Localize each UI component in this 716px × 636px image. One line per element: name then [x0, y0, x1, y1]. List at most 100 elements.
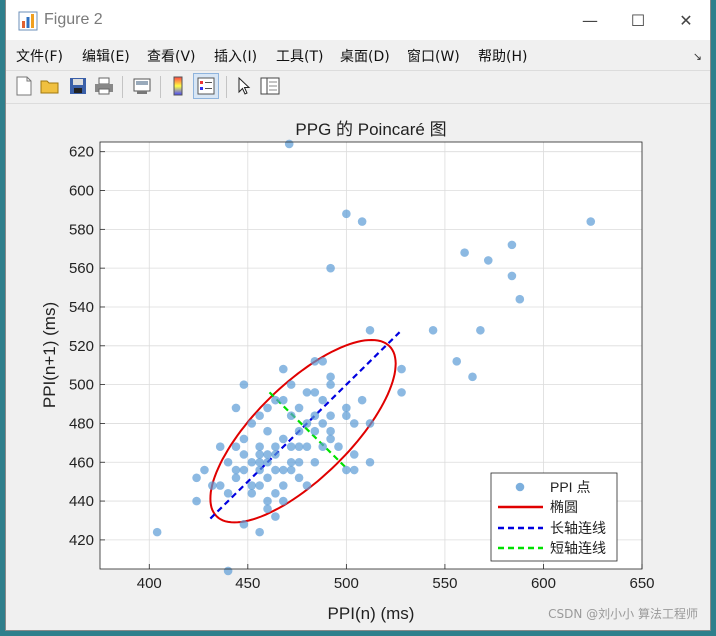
data-point [302, 481, 312, 490]
data-point [263, 473, 272, 483]
data-point [255, 527, 264, 537]
data-point [231, 465, 241, 475]
link-plot-button[interactable] [130, 74, 154, 98]
data-point [286, 380, 296, 389]
legend-label-minor: 短轴连线 [550, 540, 606, 556]
data-point [310, 426, 320, 436]
data-point [342, 403, 351, 413]
data-point [342, 465, 351, 475]
data-point [294, 426, 304, 436]
maximize-button[interactable]: ☐ [614, 0, 662, 40]
data-point [302, 419, 312, 428]
window-title: Figure 2 [44, 11, 103, 28]
y-tick-label: 460 [69, 454, 94, 471]
legend-button[interactable] [193, 73, 219, 99]
data-point [255, 481, 264, 490]
print-button[interactable] [92, 74, 116, 98]
data-point [357, 395, 367, 405]
figure-area: 400 450 500 550 600 650 420 440 460 480 500 520 540 5… [6, 104, 710, 630]
data-point [152, 527, 162, 537]
data-point [310, 357, 320, 366]
data-point [200, 465, 209, 475]
data-point [231, 473, 241, 483]
open-folder-button[interactable] [38, 74, 62, 98]
menu-tools[interactable]: 工具(T) [276, 46, 323, 66]
legend-label-major: 长轴连线 [550, 520, 606, 536]
pointer-button[interactable] [232, 74, 256, 98]
x-tick-label: 500 [334, 575, 359, 592]
close-icon: ✕ [679, 10, 693, 30]
y-tick-label: 480 [69, 415, 94, 432]
pointer-icon [238, 77, 251, 95]
data-point [271, 442, 280, 452]
minimize-icon: — [582, 10, 598, 30]
menu-edit[interactable]: 编辑(E) [82, 46, 130, 66]
maximize-icon: ☐ [630, 10, 646, 30]
chart-title: PPG 的 Poincaré 图 [295, 120, 446, 139]
data-point [223, 566, 233, 576]
x-tick-label: 600 [531, 575, 556, 592]
menu-window[interactable]: 窗口(W) [407, 46, 460, 66]
menu-view[interactable]: 查看(V) [147, 46, 196, 66]
data-point [239, 380, 249, 389]
data-point [302, 442, 312, 452]
y-tick-label: 420 [69, 532, 94, 549]
y-tick-label: 500 [69, 377, 94, 394]
data-point [326, 380, 335, 389]
menu-insert[interactable]: 插入(I) [214, 46, 257, 66]
data-point [515, 294, 525, 304]
close-button[interactable]: ✕ [662, 0, 710, 40]
data-point [460, 248, 469, 257]
new-file-icon [16, 76, 32, 96]
data-point [263, 457, 272, 467]
data-point [476, 325, 485, 335]
legend-label-points: PPI 点 [550, 479, 590, 495]
y-tick-label: 560 [69, 260, 94, 277]
menu-desktop[interactable]: 桌面(D) [340, 46, 390, 66]
menu-file[interactable]: 文件(F) [16, 46, 63, 66]
data-point [255, 411, 264, 420]
data-point [192, 496, 201, 506]
print-icon [95, 77, 113, 95]
minimize-button[interactable]: — [566, 0, 614, 40]
data-point [286, 457, 296, 467]
data-point [286, 465, 296, 475]
data-point [223, 489, 233, 498]
legend-icon [197, 77, 215, 95]
legend[interactable]: PPI 点 椭圆 长轴连线 短轴连线 [490, 472, 618, 562]
data-point [310, 457, 320, 467]
property-inspector-button[interactable] [258, 74, 282, 98]
data-point [255, 457, 264, 467]
data-point [278, 496, 288, 506]
new-file-button[interactable] [12, 74, 36, 98]
data-point [231, 403, 241, 413]
toolbar [6, 70, 710, 104]
y-tick-label: 440 [69, 493, 94, 510]
data-point [286, 411, 296, 420]
data-point [231, 442, 241, 452]
link-plot-icon [133, 78, 151, 94]
save-button[interactable] [66, 74, 90, 98]
data-point [263, 450, 272, 459]
data-point [263, 496, 272, 506]
data-point [278, 434, 288, 444]
data-point [284, 139, 294, 149]
data-point [271, 395, 280, 405]
data-point [310, 411, 320, 420]
dock-arrow-icon[interactable]: ↘ [693, 50, 702, 63]
data-point [468, 372, 477, 382]
data-point [397, 364, 406, 374]
data-point [326, 426, 335, 436]
data-point [428, 325, 438, 335]
colorbar-button[interactable] [166, 74, 190, 98]
data-point [326, 434, 335, 444]
menu-help[interactable]: 帮助(H) [478, 46, 527, 66]
data-point [302, 388, 312, 397]
title-bar[interactable]: Figure 2 — ☐ ✕ [6, 0, 710, 40]
data-point [286, 442, 296, 452]
menu-bar: 文件(F) 编辑(E) 查看(V) 插入(I) 工具(T) 桌面(D) 窗口(W… [6, 40, 710, 68]
x-tick-label: 450 [235, 575, 260, 592]
data-point [247, 489, 257, 498]
x-tick-label: 650 [629, 575, 654, 592]
poincare-chart[interactable]: 400 450 500 550 600 650 420 440 460 480 500 520 540 5… [6, 104, 710, 630]
